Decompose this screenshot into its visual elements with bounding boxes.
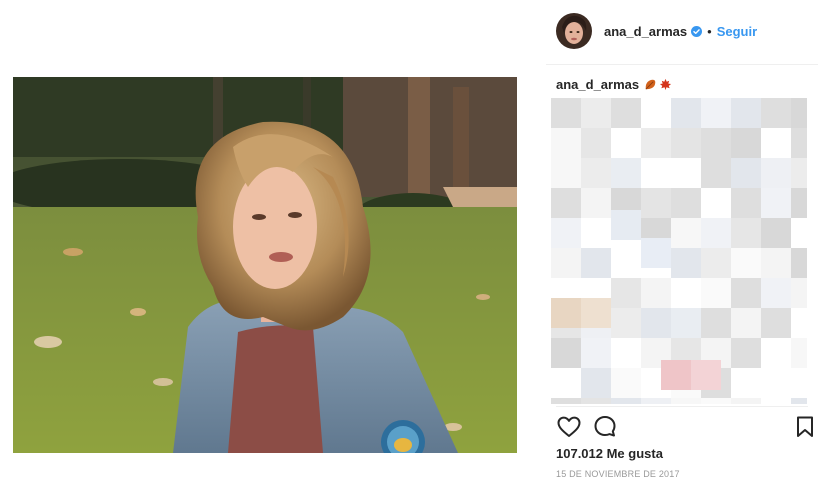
post-caption: ana_d_armas bbox=[556, 77, 672, 92]
bookmark-icon[interactable] bbox=[792, 414, 818, 440]
follow-button[interactable]: Seguir bbox=[717, 24, 757, 39]
instagram-post-view: ana_d_armas • Seguir ana_d_armas 107.012… bbox=[0, 0, 818, 488]
post-username[interactable]: ana_d_armas bbox=[604, 24, 687, 39]
post-header: ana_d_armas • Seguir bbox=[556, 12, 818, 50]
actions-divider bbox=[556, 406, 808, 407]
avatar[interactable] bbox=[556, 13, 592, 49]
likes-count[interactable]: 107.012 Me gusta bbox=[556, 446, 663, 461]
header-separator: • bbox=[707, 23, 712, 39]
verified-badge-icon bbox=[691, 25, 703, 37]
post-actions bbox=[556, 414, 818, 442]
maple-leaf-icon bbox=[660, 78, 672, 91]
comments-area-pixelated bbox=[551, 98, 807, 404]
post-date: 15 DE NOVIEMBRE DE 2017 bbox=[556, 469, 680, 479]
post-side-panel: ana_d_armas • Seguir ana_d_armas 107.012… bbox=[546, 0, 818, 488]
post-photo[interactable] bbox=[13, 77, 517, 453]
pixelated-comments-image bbox=[551, 98, 807, 404]
fallen-leaf-icon bbox=[645, 79, 656, 90]
post-photo-image bbox=[13, 77, 517, 453]
caption-emoji bbox=[644, 78, 672, 91]
heart-outline-icon[interactable] bbox=[556, 414, 582, 440]
caption-username[interactable]: ana_d_armas bbox=[556, 77, 639, 92]
header-divider bbox=[546, 64, 818, 65]
speech-bubble-icon[interactable] bbox=[592, 414, 618, 440]
avatar-image bbox=[556, 13, 592, 49]
